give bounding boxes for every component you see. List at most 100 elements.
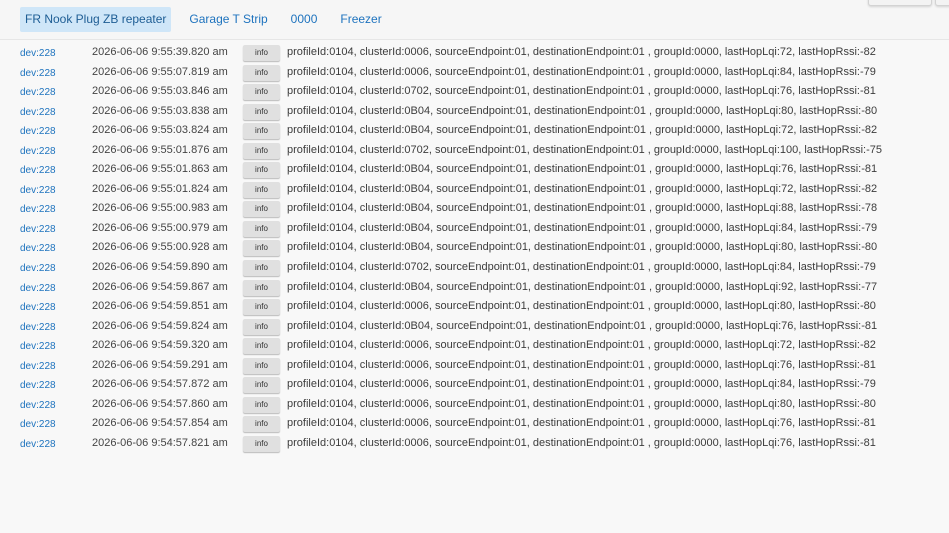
toolbar-button[interactable] [868,0,932,6]
log-level-badge: info [243,142,280,159]
log-timestamp: 2026-06-06 9:54:59.824 am [92,319,228,332]
log-level-badge: info [243,201,280,218]
log-level-badge: info [243,220,280,237]
log-timestamp: 2026-06-06 9:54:59.851 am [92,300,228,313]
log-level-badge: info [243,84,280,101]
log-timestamp: 2026-06-06 9:54:59.890 am [92,261,228,274]
log-level-badge: info [243,162,280,179]
log-entry: dev:228 2026-06-06 9:55:03.824 am info prof… [0,121,949,141]
log-entry: dev:228 2026-06-06 9:55:00.928 am info prof… [0,238,949,258]
log-level-badge: info [243,377,280,394]
log-level-badge: info [243,299,280,316]
log-level-badge: info [243,318,280,335]
log-level-badge: info [243,338,280,355]
device-link[interactable]: dev:228 [20,341,56,352]
log-message: profileId:0104, clusterId:0B04, sourceEn… [287,221,878,234]
device-link[interactable]: dev:228 [20,263,56,274]
log-entry: dev:228 2026-06-06 9:54:57.860 am info prof… [0,395,949,415]
device-link[interactable]: dev:228 [20,68,56,79]
log-entry: dev:228 2026-06-06 9:54:57.821 am info prof… [0,434,949,454]
tab-freezer[interactable]: Freezer [335,7,386,32]
tab-fr-nook-plug-zb-repeater[interactable]: FR Nook Plug ZB repeater [20,7,172,32]
log-timestamp: 2026-06-06 9:54:59.867 am [92,280,228,293]
log-timestamp: 2026-06-06 9:55:03.846 am [92,85,228,98]
log-entry: dev:228 2026-06-06 9:54:59.824 am info prof… [0,317,949,337]
log-entry: dev:228 2026-06-06 9:54:59.291 am info prof… [0,356,949,376]
device-link[interactable]: dev:228 [20,283,56,294]
log-timestamp: 2026-06-06 9:54:57.854 am [92,417,228,430]
log-entry: dev:228 2026-06-06 9:55:00.983 am info prof… [0,199,949,219]
log-timestamp: 2026-06-06 9:55:00.983 am [92,202,228,215]
log-message: profileId:0104, clusterId:0702, sourceEn… [287,143,883,156]
divider [0,39,949,40]
device-link[interactable]: dev:228 [20,419,56,430]
log-entry: dev:228 2026-06-06 9:55:01.863 am info prof… [0,160,949,180]
log-message: profileId:0104, clusterId:0006, sourceEn… [287,397,876,410]
log-message: profileId:0104, clusterId:0B04, sourceEn… [287,182,878,195]
log-timestamp: 2026-06-06 9:54:59.291 am [92,358,228,371]
log-message: profileId:0104, clusterId:0B04, sourceEn… [287,319,878,332]
log-timestamp: 2026-06-06 9:55:01.876 am [92,143,228,156]
log-level-badge: info [243,396,280,413]
log-message: profileId:0104, clusterId:0B04, sourceEn… [287,124,878,137]
device-link[interactable]: dev:228 [20,400,56,411]
log-message: profileId:0104, clusterId:0006, sourceEn… [287,65,876,78]
log-timestamp: 2026-06-06 9:55:03.838 am [92,104,228,117]
log-level-badge: info [243,123,280,140]
log-message: profileId:0104, clusterId:0006, sourceEn… [287,417,876,430]
log-entry: dev:228 2026-06-06 9:55:03.846 am info prof… [0,82,949,102]
device-link[interactable]: dev:228 [20,165,56,176]
tab-garage-t-strip[interactable]: Garage T Strip [184,7,272,32]
device-link[interactable]: dev:228 [20,439,56,450]
log-entry: dev:228 2026-06-06 9:55:39.820 am info prof… [0,43,949,63]
log-entry: dev:228 2026-06-06 9:54:59.851 am info prof… [0,297,949,317]
log-timestamp: 2026-06-06 9:55:00.928 am [92,241,228,254]
device-link[interactable]: dev:228 [20,107,56,118]
device-link[interactable]: dev:228 [20,243,56,254]
log-level-badge: info [243,45,280,61]
log-timestamp: 2026-06-06 9:54:57.872 am [92,378,228,391]
log-timestamp: 2026-06-06 9:54:57.860 am [92,397,228,410]
toolbar-button[interactable] [935,0,949,6]
log-timestamp: 2026-06-06 9:54:59.320 am [92,339,228,352]
device-link[interactable]: dev:228 [20,322,56,333]
log-entry: dev:228 2026-06-06 9:55:01.876 am info prof… [0,141,949,161]
log-level-badge: info [243,260,280,277]
log-level-badge: info [243,181,280,198]
device-link[interactable]: dev:228 [20,87,56,98]
log-message: profileId:0104, clusterId:0702, sourceEn… [287,261,876,274]
device-link[interactable]: dev:228 [20,224,56,235]
log-message: profileId:0104, clusterId:0006, sourceEn… [287,358,876,371]
log-timestamp: 2026-06-06 9:55:07.819 am [92,65,228,78]
device-link[interactable]: dev:228 [20,185,56,196]
log-entry: dev:228 2026-06-06 9:55:01.824 am info prof… [0,180,949,200]
log-message: profileId:0104, clusterId:0006, sourceEn… [287,378,876,391]
log-message: profileId:0104, clusterId:0B04, sourceEn… [287,202,878,215]
log-message: profileId:0104, clusterId:0006, sourceEn… [287,436,876,449]
device-link[interactable]: dev:228 [20,204,56,215]
device-link[interactable]: dev:228 [20,146,56,157]
log-entry: dev:228 2026-06-06 9:55:03.838 am info prof… [0,102,949,122]
log-message: profileId:0104, clusterId:0702, sourceEn… [287,85,876,98]
device-link[interactable]: dev:228 [20,380,56,391]
log-level-badge: info [243,435,280,452]
device-link[interactable]: dev:228 [20,361,56,372]
tab-0000[interactable]: 0000 [286,7,323,32]
log-message: profileId:0104, clusterId:0B04, sourceEn… [287,280,878,293]
log-message: profileId:0104, clusterId:0B04, sourceEn… [287,241,878,254]
log-timestamp: 2026-06-06 9:54:57.821 am [92,436,228,449]
log-entry: dev:228 2026-06-06 9:54:57.872 am info prof… [0,375,949,395]
device-filter-tabs: FR Nook Plug ZB repeater Garage T Strip … [20,7,400,32]
device-link[interactable]: dev:228 [20,48,56,59]
log-level-badge: info [243,357,280,374]
device-link[interactable]: dev:228 [20,126,56,137]
log-entry: dev:228 2026-06-06 9:55:00.979 am info prof… [0,219,949,239]
log-message: profileId:0104, clusterId:0B04, sourceEn… [287,163,878,176]
log-timestamp: 2026-06-06 9:55:01.863 am [92,163,228,176]
log-timestamp: 2026-06-06 9:55:00.979 am [92,221,228,234]
log-entry: dev:228 2026-06-06 9:54:59.867 am info prof… [0,278,949,298]
log-list: dev:228 2026-06-06 9:55:39.820 am info prof… [0,43,949,453]
log-message: profileId:0104, clusterId:0006, sourceEn… [287,300,876,313]
device-link[interactable]: dev:228 [20,302,56,313]
log-timestamp: 2026-06-06 9:55:39.820 am [92,46,228,58]
